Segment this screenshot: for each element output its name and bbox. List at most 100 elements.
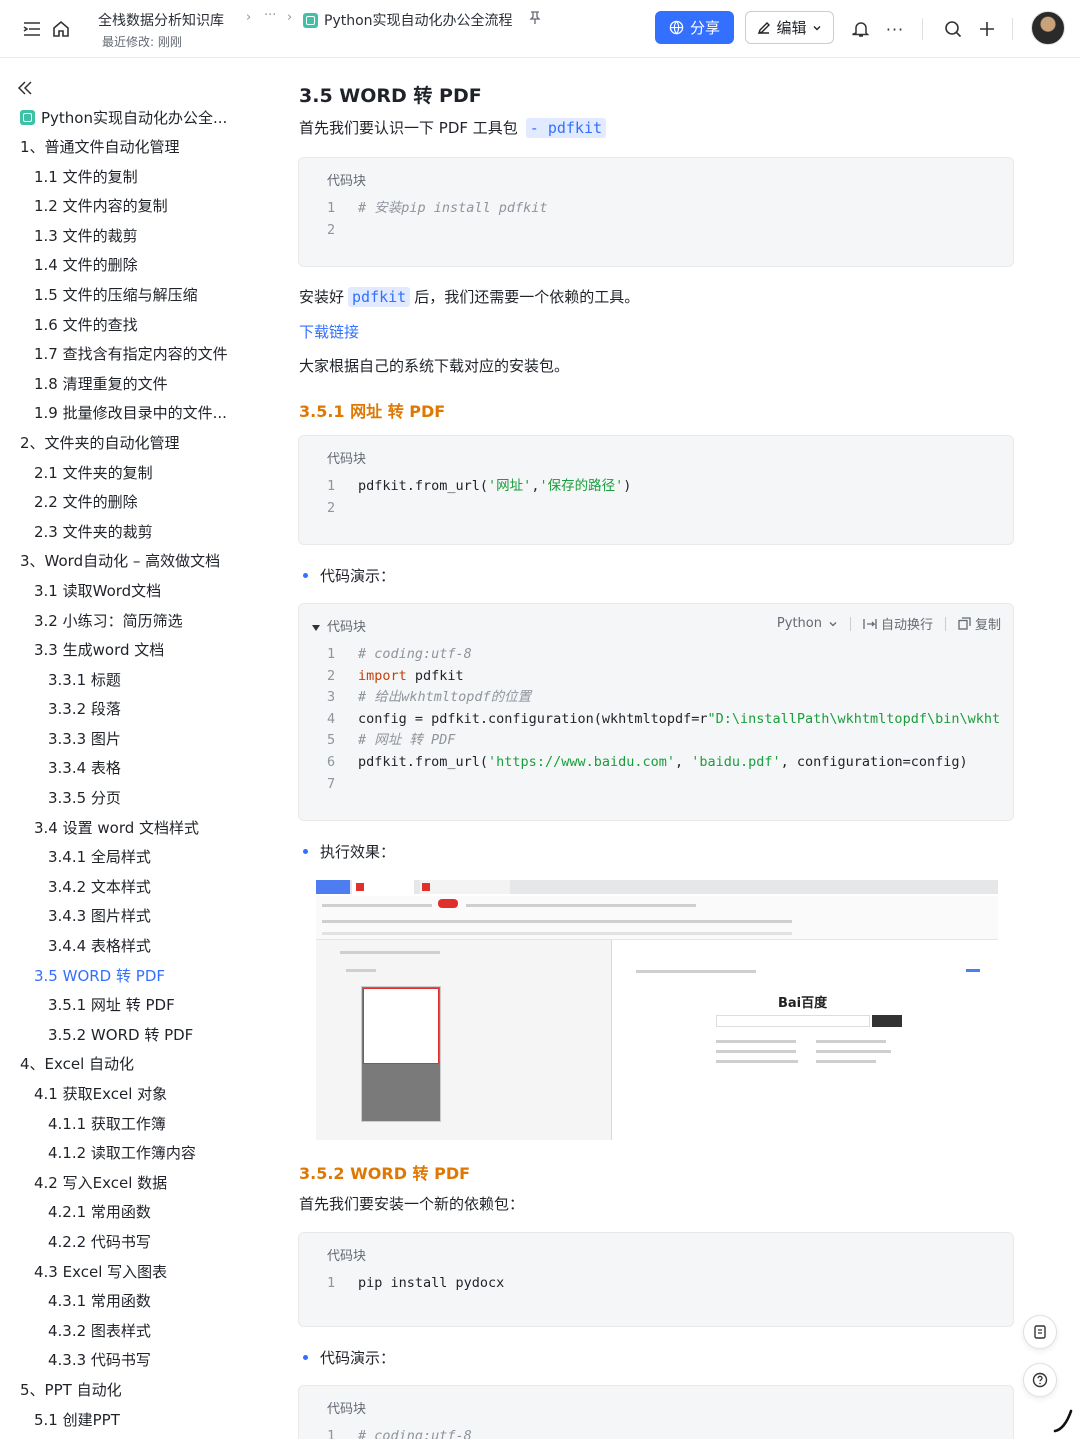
toc-item[interactable]: 3.5.1 网址 转 PDF [0,991,270,1021]
toc-item[interactable]: 3.3.2 段落 [0,695,270,725]
help-icon [1032,1372,1048,1388]
pencil-icon [758,21,771,34]
code-block-word-demo[interactable]: 代码块 1 # coding:utf-8 [298,1385,1014,1439]
toc-item[interactable]: 4.2 写入Excel 数据 [0,1169,270,1199]
toc-item[interactable]: 2.2 文件的删除 [0,488,270,518]
code-block-install[interactable]: 代码块 1 # 安装pip install pdfkit 2 [298,157,1014,267]
code-line: 2 [327,499,336,516]
toc-item[interactable]: 3.3 生成word 文档 [0,636,270,666]
toc-item[interactable]: 4.3.2 图表样式 [0,1317,270,1347]
paragraph-word-intro: 首先我们要安装一个新的依赖包： [299,1195,525,1213]
toc-item[interactable]: 3.3.5 分页 [0,784,270,814]
toc-item[interactable]: 3.1 读取Word文档 [0,577,270,607]
toc-item[interactable]: 4.3 Excel 写入图表 [0,1258,270,1288]
avatar[interactable] [1031,11,1065,45]
breadcrumb-more[interactable]: ··· [264,8,276,23]
code-block-label: 代码块 [327,452,367,467]
bell-icon[interactable] [849,17,873,41]
toc-item[interactable]: 3.3.4 表格 [0,754,270,784]
chevron-down-icon [813,25,820,30]
toc-item[interactable]: 4.2.2 代码书写 [0,1228,270,1258]
toc-item[interactable]: 4.1.2 读取工作簿内容 [0,1139,270,1169]
toc-item[interactable]: 1.5 文件的压缩与解压缩 [0,281,270,311]
code-line: 5 # 网址 转 PDF [327,732,456,749]
shot-toolbar-button [438,899,458,908]
collapse-sidebar-icon[interactable] [16,79,36,99]
code-block-from-url[interactable]: 代码块 1 pdfkit.from_url('网址', '保存的路径') 2 [298,435,1014,545]
toc-item[interactable]: 3.4.1 全局样式 [0,843,270,873]
toc-item[interactable]: 1.4 文件的删除 [0,251,270,281]
toc-item[interactable]: 1、普通文件自动化管理 [0,133,270,163]
toc-item[interactable]: 2、文件夹的自动化管理 [0,429,270,459]
toc-item[interactable]: 3.5 WORD 转 PDF [0,962,270,992]
inline-code-pdfkit: pdfkit [348,286,411,307]
copy-button[interactable]: 复制 [958,614,1001,633]
toc-item[interactable]: 3.4.2 文本样式 [0,873,270,903]
help-button[interactable] [1023,1363,1057,1397]
edit-button[interactable]: 编辑 [745,11,834,44]
toc-item[interactable]: 4.1.1 获取工作簿 [0,1110,270,1140]
shot-search-box [716,1015,870,1027]
toc-item[interactable]: 3.5.2 WORD 转 PDF [0,1021,270,1051]
divider [849,616,851,631]
toc-item[interactable]: 1.6 文件的查找 [0,311,270,341]
code-line: 1 pip install pydocx [327,1275,505,1291]
toc-root-item[interactable]: Python实现自动化办公全... [20,107,227,128]
toc-item[interactable]: 1.9 批量修改目录中的文件... [0,399,270,429]
toc-item[interactable]: 1.7 查找含有指定内容的文件 [0,340,270,370]
menu-list-icon[interactable] [20,17,44,41]
toc-item[interactable]: 1.3 文件的裁剪 [0,222,270,252]
pin-icon[interactable] [528,11,541,29]
home-icon[interactable] [49,17,73,41]
code-block-demo[interactable]: 代码块 Python 自动换行 复制 1 # coding:utf-8 2 impo… [298,603,1014,821]
code-block-label: 代码块 [327,1402,367,1417]
shot-baidu-logo: Bai百度 [778,996,828,1011]
download-link[interactable]: 下载链接 [299,321,359,342]
toc-item[interactable]: 4.1 获取Excel 对象 [0,1080,270,1110]
toc-item[interactable]: 3、Word自动化 – 高效做文档 [0,547,270,577]
breadcrumb-doc[interactable]: Python实现自动化办公全流程 [303,10,541,30]
toc-item[interactable]: 3.4.4 表格样式 [0,932,270,962]
breadcrumb-root[interactable]: 全栈数据分析知识库 [98,10,224,30]
share-button[interactable]: 分享 [655,11,734,44]
toc-item[interactable]: 1.8 清理重复的文件 [0,370,270,400]
shot-pane-row [340,951,440,954]
toc-item[interactable]: 1.2 文件内容的复制 [0,192,270,222]
shot-hot-row [816,1060,876,1063]
toc-item[interactable]: 4、Excel 自动化 [0,1050,270,1080]
outline-toggle-button[interactable] [1023,1315,1057,1349]
code-block-label: 代码块 [327,620,367,635]
shot-hot-row [716,1040,796,1043]
toc-item[interactable]: 2.3 文件夹的裁剪 [0,518,270,548]
shot-pdf-icon [356,883,364,891]
toc-item[interactable]: 1.1 文件的复制 [0,163,270,193]
toc-item[interactable]: 5、PPT 自动化 [0,1376,270,1406]
code-lines: 1 # 安装pip install pdfkit 2 [327,198,548,241]
plus-icon[interactable] [975,17,999,41]
shot-search-button [872,1015,902,1027]
toc-item[interactable]: 3.4 设置 word 文档样式 [0,814,270,844]
code-line: 2 import pdfkit [327,667,464,684]
code-block-pydocx[interactable]: 代码块 1 pip install pydocx [298,1232,1014,1327]
shot-toolbar-row [466,904,696,907]
code-line: 2 [327,221,336,238]
toc-item[interactable]: 5.1 创建PPT [0,1406,270,1436]
doc-title: Python实现自动化办公全流程 [324,13,513,29]
collapse-triangle-icon[interactable] [311,618,321,637]
language-select[interactable]: Python [777,616,838,631]
toc-item[interactable]: 3.3.3 图片 [0,725,270,755]
shot-hot-row [716,1060,798,1063]
toc-item[interactable]: 4.2.1 常用函数 [0,1198,270,1228]
toc-item[interactable]: 3.2 小练习：简历筛选 [0,607,270,637]
toc-item[interactable]: 3.3.1 标题 [0,666,270,696]
shot-hot-row [716,1050,796,1053]
auto-wrap-button[interactable]: 自动换行 [863,614,933,633]
bullet-code-demo: 代码演示： [299,565,395,586]
toc-item[interactable]: 4.3.3 代码书写 [0,1346,270,1376]
toc-item[interactable]: 3.4.3 图片样式 [0,902,270,932]
search-icon[interactable] [941,17,965,41]
copy-icon [958,617,971,630]
more-icon[interactable]: ··· [883,17,907,41]
toc-item[interactable]: 2.1 文件夹的复制 [0,459,270,489]
toc-item[interactable]: 4.3.1 常用函数 [0,1287,270,1317]
